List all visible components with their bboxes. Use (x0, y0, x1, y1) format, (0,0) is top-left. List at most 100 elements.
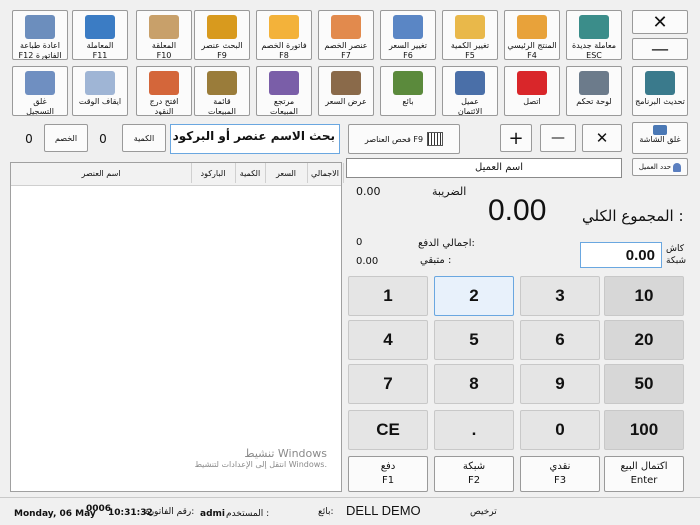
toolbar-button-label: معاملة جديدة ESC (571, 41, 617, 60)
decrease-button[interactable]: — (540, 124, 576, 152)
toolbar-button-label: فاتورة الخصم F8 (261, 41, 307, 60)
discount-value: 0 (25, 132, 33, 146)
column-item-name[interactable]: اسم العنصر (11, 163, 192, 183)
keypad-key[interactable]: CE (348, 410, 428, 450)
remove-item-button[interactable]: ✕ (582, 124, 622, 152)
keypad-key[interactable]: 20 (604, 320, 684, 360)
toolbar-button-10[interactable]: اعادة طباعة F12 الفاتورة (12, 10, 68, 60)
date-value: Monday, 06 May (14, 509, 96, 519)
suspended-icon (149, 15, 179, 39)
keypad-key[interactable]: 1 (348, 276, 428, 316)
activation-watermark: تنشيط Windows انتقل إلى الإعدادات لتنشيط… (195, 447, 327, 469)
search-placeholder: بحث الاسم عنصر أو البركود (172, 129, 335, 143)
toolbar-button-label: قائمة المبيعات (208, 97, 236, 116)
discount-button[interactable]: الخصم (44, 124, 88, 152)
toolbar-button-5[interactable]: عنصر الخصم F7 (318, 10, 374, 60)
payment-button-2[interactable]: نقدي F3 (520, 456, 600, 492)
toolbar-button-r2-4[interactable]: عميل الائتمان (442, 66, 498, 116)
toolbar-button-1[interactable]: معاملة جديدة ESC (566, 10, 622, 60)
toolbar-button-r2-7[interactable]: مرتجع المبيعات (256, 66, 312, 116)
keypad-key[interactable]: 50 (604, 364, 684, 404)
status-bar: ترخيص DELL DEMO بائع: المستخدم : admi رق… (0, 497, 700, 525)
toolbar-button-label: افتح درج النقود (149, 97, 179, 116)
item-check-button[interactable]: فحص العناصر F9 (348, 124, 460, 154)
toolbar-button-label: اعادة طباعة F12 الفاتورة (18, 41, 62, 60)
toolbar-button-label: المنتج الرئيسي F4 (507, 41, 557, 60)
search-input[interactable]: بحث الاسم عنصر أو البركود (170, 124, 340, 154)
payment-button-1[interactable]: اكتمال البيع Enter (604, 456, 684, 492)
toolbar-button-9[interactable]: المعاملة F11 (72, 10, 128, 60)
payment-button-4[interactable]: دفع F1 (348, 456, 428, 492)
keypad-key[interactable]: 0 (520, 410, 600, 450)
keypad-key[interactable]: 6 (520, 320, 600, 360)
toolbar-button-r2-3[interactable]: اتصل (504, 66, 560, 116)
toolbar-button-label: غلق التسجيل (26, 97, 54, 116)
toolbar-button-r2-2[interactable]: لوحة تحكم (566, 66, 622, 116)
clock-icon (85, 71, 115, 95)
x-icon: ✕ (595, 129, 609, 147)
select-customer-button[interactable]: حدد العميل (632, 158, 688, 176)
keypad-key[interactable]: 5 (434, 320, 514, 360)
close-button[interactable]: ✕ (632, 10, 688, 34)
quantity-button[interactable]: الكمية (122, 124, 166, 152)
toolbar-button-label: بائع (402, 97, 414, 106)
column-quantity[interactable]: الكمية (235, 163, 266, 183)
keypad-key[interactable]: 10 (604, 276, 684, 316)
grand-total-label: المجموع الكلي : (582, 207, 684, 225)
register-icon (579, 15, 609, 39)
toolbar-button-r2-5[interactable]: بائع (380, 66, 436, 116)
keypad-key[interactable]: 7 (348, 364, 428, 404)
increase-button[interactable]: + (500, 124, 532, 152)
keypad-key[interactable]: 4 (348, 320, 428, 360)
sales-return-icon (269, 71, 299, 95)
screen-lock-button[interactable]: غلق الشاشة (632, 122, 688, 154)
toolbar-button-r2-6[interactable]: عرض السعر (318, 66, 374, 116)
keypad-key[interactable]: 9 (520, 364, 600, 404)
keypad-key[interactable]: 100 (604, 410, 684, 450)
settings-icon (579, 71, 609, 95)
toolbar-button-r2-10[interactable]: ايقاف الوقت (72, 66, 128, 116)
toolbar-button-4[interactable]: تغيير السعر F6 (380, 10, 436, 60)
keypad-key[interactable]: 2 (434, 276, 514, 316)
toolbar-button-3[interactable]: تغيير الكمية F5 (442, 10, 498, 60)
grand-total-value: 0.00 (488, 194, 547, 227)
toolbar-button-2[interactable]: المنتج الرئيسي F4 (504, 10, 560, 60)
toolbar-button-label: عنصر الخصم F7 (324, 41, 368, 60)
tax-value: 0.00 (356, 185, 381, 198)
customer-name-field[interactable]: اسم العميل (346, 158, 622, 178)
toolbar-button-label: المعاملة F11 (86, 41, 114, 60)
license-label: ترخيص (470, 507, 497, 517)
remaining-value: 0.00 (356, 256, 379, 267)
toolbar-button-label: البحث عنصر F9 (201, 41, 243, 60)
column-total[interactable]: الاجمالي (307, 163, 344, 183)
remaining-label: متبقي : (420, 255, 452, 266)
toolbar-button-6[interactable]: فاتورة الخصم F8 (256, 10, 312, 60)
toolbar-button-r2-8[interactable]: قائمة المبيعات (194, 66, 250, 116)
quantity-value: 0 (99, 132, 107, 146)
screen-lock-label: غلق الشاشة (639, 135, 681, 144)
minus-icon: — (551, 130, 565, 146)
cash-input[interactable]: 0.00 (580, 242, 662, 268)
minimize-button[interactable]: — (632, 38, 688, 60)
toolbar-button-8[interactable]: المعلقة F10 (136, 10, 192, 60)
user-value: admi (200, 509, 225, 519)
select-customer-label: حدد العميل (638, 163, 672, 171)
items-table[interactable]: الاجمالي السعر الكمية الباركود اسم العنص… (10, 162, 344, 492)
toolbar-button-label: ايقاف الوقت (78, 97, 122, 106)
payment-label: نقدي (549, 461, 571, 472)
toolbar-button-7[interactable]: البحث عنصر F9 (194, 10, 250, 60)
quantity-icon (455, 15, 485, 39)
payment-label: شبكة (462, 461, 486, 472)
column-price[interactable]: السعر (265, 163, 308, 183)
toolbar-button-r2-9[interactable]: افتح درج النقود (136, 66, 192, 116)
user-label: المستخدم : (226, 509, 270, 519)
toolbar-button-r2-1[interactable]: تحديث البرنامج (632, 66, 688, 116)
keypad-key[interactable]: 3 (520, 276, 600, 316)
keypad-key[interactable]: 8 (434, 364, 514, 404)
payment-button-3[interactable]: شبكة F2 (434, 456, 514, 492)
column-barcode[interactable]: الباركود (191, 163, 236, 183)
toolbar-button-r2-11[interactable]: غلق التسجيل (12, 66, 68, 116)
cash-drawer-icon (149, 71, 179, 95)
price-icon (393, 15, 423, 39)
keypad-key[interactable]: . (434, 410, 514, 450)
